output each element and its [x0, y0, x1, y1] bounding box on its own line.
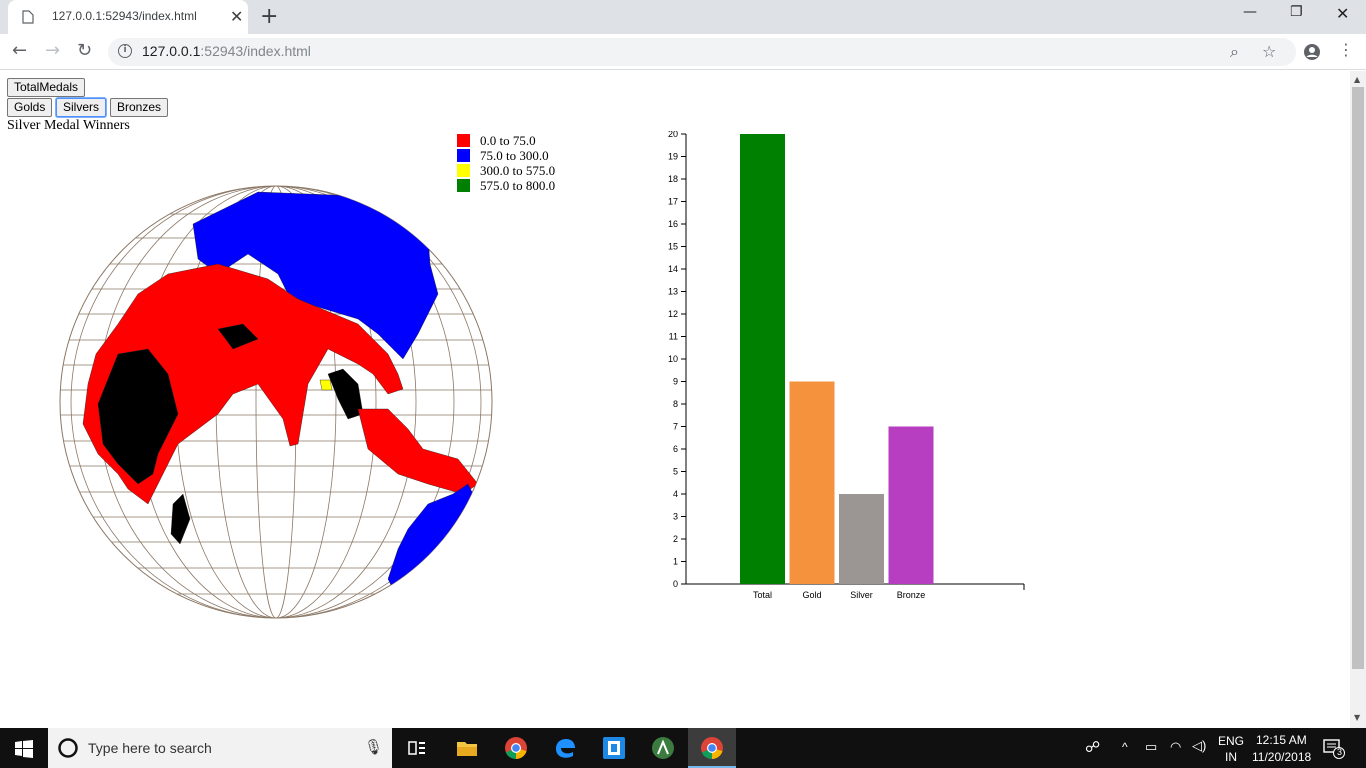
info-icon[interactable]: i [118, 44, 132, 58]
y-tick-label: 19 [668, 152, 678, 162]
app-icon[interactable] [602, 736, 626, 760]
page-content: TotalMedals Golds Silvers Bronzes Silver… [0, 71, 1350, 728]
forward-icon[interactable]: → [45, 40, 60, 61]
battery-icon[interactable]: ▭ [1145, 739, 1157, 755]
y-tick-label: 0 [673, 579, 678, 589]
bar-silver [839, 494, 884, 584]
legend-swatch [457, 164, 470, 177]
browser-toolbar: ← → ↻ i 127.0.0.1:52943/index.html ⌕ ☆ ⋮ [0, 34, 1366, 70]
tab-strip: 127.0.0.1:52943/index.html ✕ + — ❐ ✕ [0, 0, 1366, 34]
y-tick-label: 7 [673, 422, 678, 432]
x-tick-label: Gold [802, 590, 821, 600]
taskbar: Type here to search 🎙 ☍ ^ ▭ ◠ ◁) ENG IN … [0, 728, 1366, 768]
chevron-up-icon[interactable]: ^ [1122, 740, 1128, 754]
globe-map[interactable] [58, 184, 498, 624]
profile-icon[interactable] [1303, 43, 1321, 61]
y-tick-label: 16 [668, 219, 678, 229]
y-tick-label: 14 [668, 264, 678, 274]
bar-bronze [888, 426, 934, 584]
y-tick-label: 2 [673, 534, 678, 544]
y-tick-label: 9 [673, 377, 678, 387]
y-tick-label: 13 [668, 287, 678, 297]
x-tick-label: Total [753, 590, 772, 600]
scroll-down-icon[interactable]: ▼ [1354, 713, 1360, 722]
notification-count: 3 [1337, 747, 1343, 757]
clock-date[interactable]: 11/20/2018 [1252, 750, 1311, 764]
page-icon [22, 10, 34, 24]
y-tick-label: 1 [673, 557, 678, 567]
y-tick-label: 18 [668, 174, 678, 184]
android-studio-icon[interactable] [651, 736, 675, 760]
y-tick-label: 10 [668, 354, 678, 364]
silvers-button[interactable]: Silvers [56, 98, 107, 117]
people-icon[interactable]: ☍ [1085, 738, 1100, 756]
x-tick-label: Silver [850, 590, 873, 600]
chrome-icon[interactable] [504, 736, 528, 760]
active-chrome-tab-bg[interactable] [688, 728, 736, 768]
bar-total [740, 134, 785, 584]
scroll-up-icon[interactable]: ▲ [1354, 75, 1360, 84]
address-bar[interactable]: i 127.0.0.1:52943/index.html ⌕ ☆ [108, 38, 1296, 66]
reload-icon[interactable]: ↻ [77, 40, 92, 61]
language-indicator[interactable]: ENG [1218, 734, 1244, 748]
legend-label: 75.0 to 300.0 [480, 148, 549, 163]
y-tick-label: 11 [669, 332, 678, 342]
y-tick-label: 8 [673, 399, 678, 409]
tab-title: 127.0.0.1:52943/index.html [52, 9, 197, 23]
y-tick-label: 12 [668, 309, 678, 319]
new-tab-icon[interactable]: + [260, 4, 278, 29]
y-tick-label: 6 [673, 444, 678, 454]
clock-time[interactable]: 12:15 AM [1256, 733, 1307, 747]
menu-icon[interactable]: ⋮ [1338, 40, 1354, 59]
bronzes-button[interactable]: Bronzes [110, 98, 169, 117]
chrome-active-icon [701, 737, 723, 760]
file-explorer-icon[interactable] [455, 736, 479, 760]
back-icon[interactable]: ← [12, 40, 27, 61]
y-tick-label: 20 [668, 131, 678, 139]
page-heading: Silver Medal Winners [7, 118, 130, 133]
medal-bar-chart: 01234567891011121314151617181920Total Gol… [668, 131, 1025, 600]
legend-label: 300.0 to 575.0 [480, 163, 556, 178]
restore-icon[interactable]: ❐ [1290, 4, 1303, 20]
close-tab-icon[interactable]: ✕ [230, 7, 243, 26]
microphone-icon[interactable]: 🎙 [364, 738, 383, 756]
bar-gold [789, 381, 835, 584]
total-medals-button[interactable]: TotalMedals [7, 78, 86, 97]
scroll-thumb[interactable] [1352, 87, 1364, 669]
taskbar-search[interactable]: Type here to search 🎙 [48, 728, 392, 768]
bookmark-star-icon[interactable]: ☆ [1262, 42, 1276, 61]
browser-tab[interactable]: 127.0.0.1:52943/index.html ✕ [8, 0, 248, 34]
task-view-icon[interactable] [405, 736, 429, 760]
cortana-icon [58, 738, 78, 758]
y-tick-label: 15 [668, 242, 678, 252]
search-placeholder: Type here to search [88, 740, 212, 756]
y-tick-label: 3 [673, 512, 678, 522]
region-indicator[interactable]: IN [1225, 750, 1237, 764]
legend-swatch [457, 149, 470, 162]
vertical-scrollbar[interactable]: ▲ ▼ [1350, 71, 1366, 728]
legend-label: 0.0 to 75.0 [480, 133, 536, 148]
y-tick-label: 4 [673, 489, 678, 499]
wifi-icon[interactable]: ◠ [1170, 739, 1181, 755]
url-text: 127.0.0.1:52943/index.html [142, 43, 311, 59]
golds-button[interactable]: Golds [7, 98, 53, 117]
y-tick-label: 17 [668, 197, 678, 207]
volume-icon[interactable]: ◁) [1192, 738, 1206, 754]
edge-icon[interactable] [553, 736, 577, 760]
minimize-icon[interactable]: — [1243, 4, 1257, 20]
zoom-icon[interactable]: ⌕ [1230, 42, 1239, 62]
legend-swatch [457, 134, 470, 147]
x-tick-label: Bronze [897, 590, 926, 600]
window-close-icon[interactable]: ✕ [1336, 4, 1349, 23]
y-tick-label: 5 [673, 467, 678, 477]
windows-start-icon[interactable] [15, 740, 33, 758]
